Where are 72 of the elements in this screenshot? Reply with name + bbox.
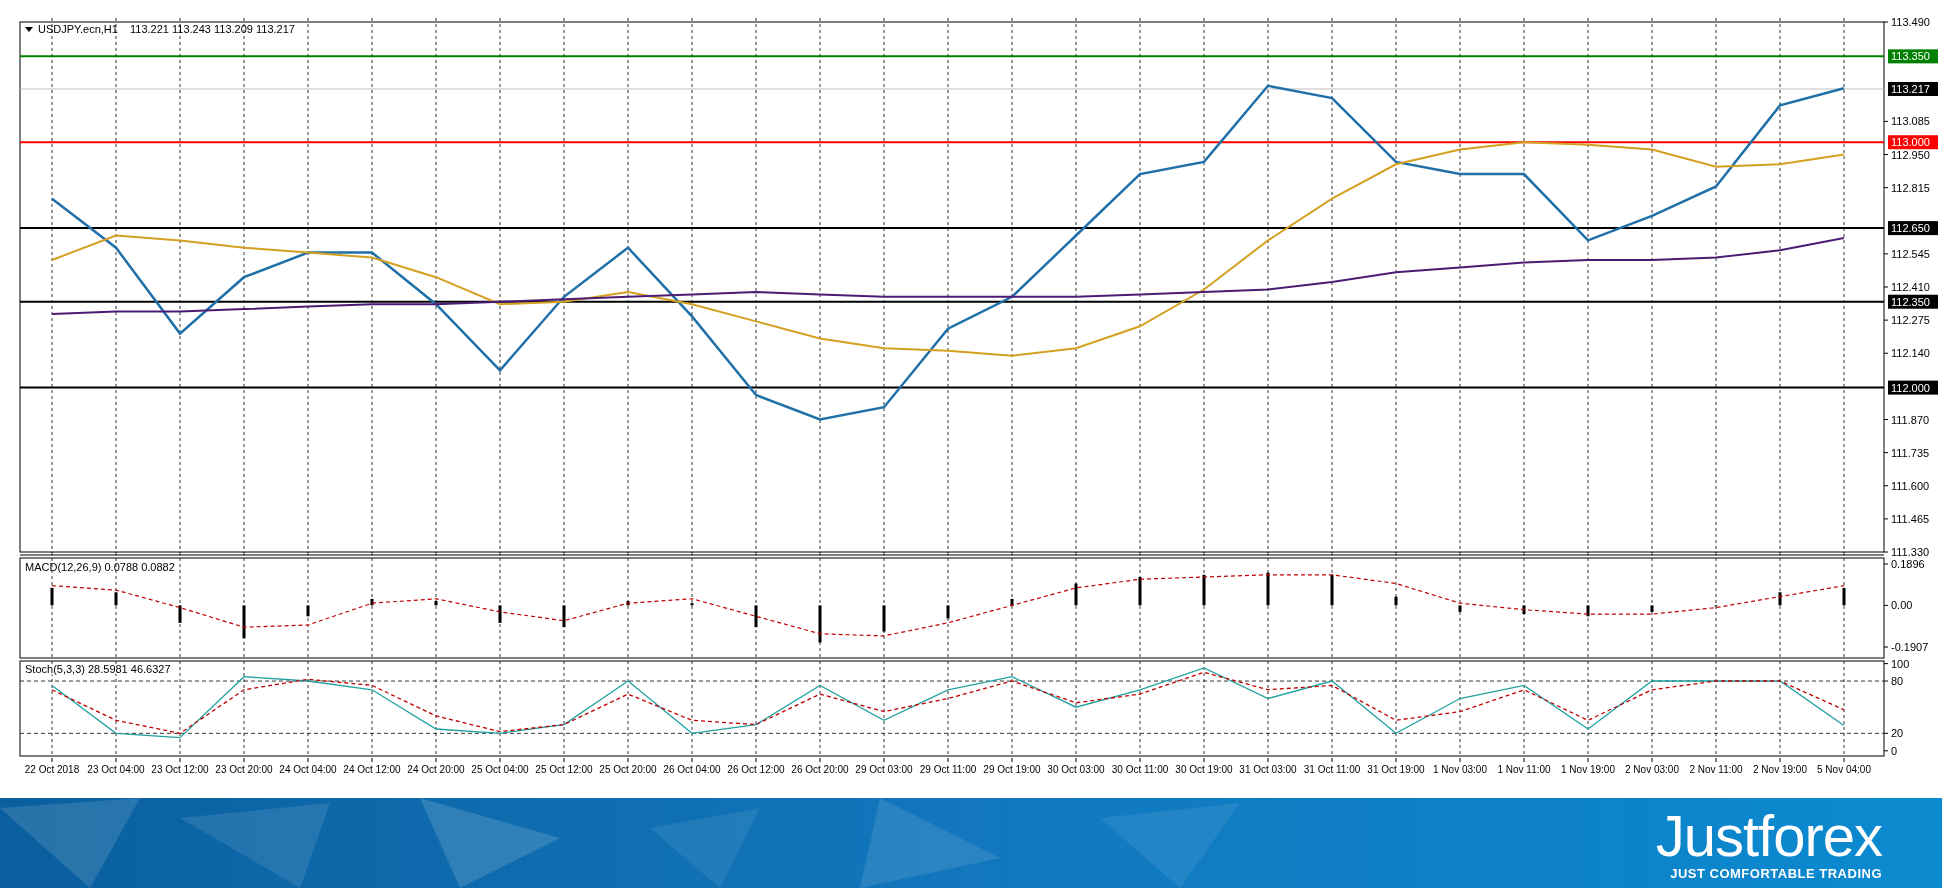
ref-line-label: 112.350 — [1891, 295, 1930, 308]
time-axis-label: 1 Nov 11:00 — [1497, 764, 1551, 775]
indicator-title: MACD(12,26,9) 0.0788 0.0882 — [25, 561, 175, 573]
time-axis-label: 24 Oct 12:00 — [343, 764, 401, 775]
axis-label: 111.600 — [1891, 479, 1930, 492]
time-axis-label: 23 Oct 04:00 — [87, 764, 145, 775]
axis-label: 113.085 — [1891, 115, 1930, 128]
time-axis-label: 24 Oct 04:00 — [279, 764, 337, 775]
axis-label: 112.815 — [1891, 181, 1930, 194]
axis-label: 0.00 — [1891, 599, 1913, 612]
time-axis-label: 31 Oct 03:00 — [1239, 764, 1297, 775]
axis-label: 112.545 — [1891, 247, 1930, 260]
collapse-triangle-icon[interactable] — [25, 27, 33, 32]
time-axis-label: 31 Oct 11:00 — [1303, 764, 1361, 775]
axis-label: 111.330 — [1891, 546, 1930, 556]
price-tag: 112.350 — [1888, 294, 1938, 309]
time-axis-label: 26 Oct 12:00 — [727, 764, 785, 775]
time-axis-label: 29 Oct 03:00 — [855, 764, 913, 775]
axis-label: 20 — [1891, 727, 1904, 740]
time-axis-label: 5 Nov 04:00 — [1817, 764, 1871, 775]
axis-label: 0.1896 — [1891, 558, 1925, 570]
time-axis-label: 25 Oct 20:00 — [599, 764, 657, 775]
time-axis-label: 24 Oct 20:00 — [407, 764, 465, 775]
axis-label: 112.950 — [1891, 148, 1930, 161]
axis-label: 100 — [1891, 660, 1910, 670]
axis-label: -0.1907 — [1891, 641, 1929, 653]
indicator-title: Stoch(5,3,3) 28.5981 46.6327 — [25, 663, 171, 675]
time-axis-label: 23 Oct 20:00 — [215, 764, 273, 775]
time-axis-label: 2 Nov 11:00 — [1689, 764, 1743, 775]
histogram-bar — [754, 605, 758, 628]
axis-label: 113.490 — [1891, 16, 1930, 28]
time-axis-label: 25 Oct 04:00 — [471, 764, 529, 775]
ref-line-label: 113.000 — [1891, 136, 1930, 149]
histogram-bar — [562, 605, 566, 628]
axis-label: 111.735 — [1891, 446, 1930, 459]
axis-label: 112.410 — [1891, 281, 1930, 293]
time-axis-label: 29 Oct 19:00 — [983, 764, 1041, 775]
brand-logo-text: Justforex — [1655, 805, 1882, 866]
time-axis-label: 31 Oct 19:00 — [1367, 764, 1425, 775]
time-axis-label: 25 Oct 12:00 — [535, 764, 593, 775]
ref-line-label: 113.350 — [1891, 50, 1930, 63]
histogram-bar — [1586, 605, 1590, 617]
price-tag: 112.650 — [1888, 221, 1938, 236]
axis-label: 80 — [1891, 675, 1904, 688]
time-axis-label: 22 Oct 2018 — [24, 764, 80, 775]
time-axis-label: 1 Nov 19:00 — [1561, 764, 1615, 775]
time-axis-label: 26 Oct 04:00 — [663, 764, 721, 775]
price-tag: 112.000 — [1888, 380, 1938, 395]
time-axis-label: 2 Nov 19:00 — [1753, 764, 1807, 775]
price-tag: 113.217 — [1888, 82, 1938, 96]
time-axis-label: 30 Oct 11:00 — [1111, 764, 1169, 775]
axis-label: 0 — [1891, 744, 1898, 757]
time-axis-label: 29 Oct 11:00 — [919, 764, 977, 775]
chart-title: USDJPY.ecn,H1 — [38, 23, 118, 35]
ref-line-label: 113.217 — [1891, 82, 1930, 95]
price-tag: 113.350 — [1888, 49, 1938, 64]
ref-line-label: 112.650 — [1891, 222, 1930, 235]
brand-tagline: JUST COMFORTABLE TRADING — [1670, 865, 1882, 881]
axis-label: 112.140 — [1891, 347, 1930, 360]
axis-label: 111.870 — [1891, 413, 1930, 426]
time-axis-label: 2 Nov 03:00 — [1625, 764, 1679, 775]
ohlc-quote: 113.221 113.243 113.209 113.217 — [130, 23, 295, 35]
time-axis-label: 30 Oct 03:00 — [1047, 764, 1105, 775]
time-axis-label: 30 Oct 19:00 — [1175, 764, 1233, 775]
axis-label: 111.465 — [1891, 512, 1930, 525]
histogram-bar — [306, 605, 310, 617]
axis-label: 112.275 — [1891, 314, 1930, 327]
ref-line-label: 112.000 — [1891, 381, 1930, 394]
price-tag: 113.000 — [1888, 135, 1938, 150]
time-axis-label: 26 Oct 20:00 — [791, 764, 849, 775]
time-axis-label: 23 Oct 12:00 — [151, 764, 209, 775]
time-axis-label: 1 Nov 03:00 — [1433, 764, 1487, 775]
